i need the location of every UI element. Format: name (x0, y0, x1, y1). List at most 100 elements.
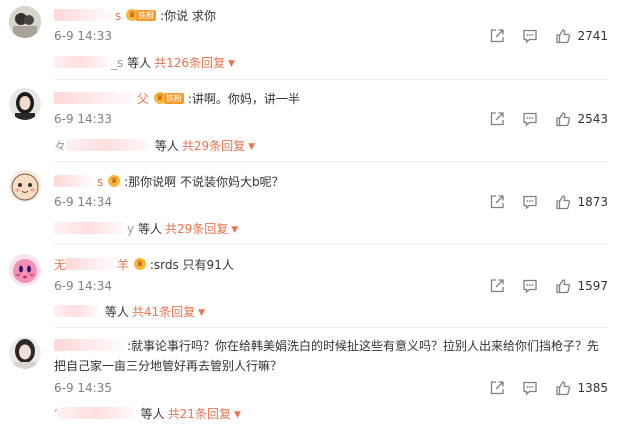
username[interactable]: 父 (137, 92, 149, 106)
comment-icon[interactable] (522, 380, 538, 396)
comment-header: :就事论事行吗？你在给韩美娟洗白的时候扯这些有意义吗？拉别人出来给你们挡枪子？先… (54, 336, 614, 376)
reply-suffix: 等人 (137, 222, 162, 236)
divider (54, 79, 608, 80)
comment-icon[interactable] (522, 28, 538, 44)
comment-time: 6-9 14:35 (54, 381, 112, 395)
comment-time: 6-9 14:33 (54, 29, 112, 43)
comment-header: s ♛ 铁粉:你说 求你 (54, 8, 216, 24)
avatar[interactable] (9, 337, 41, 369)
username[interactable]: s (115, 9, 121, 23)
comment-text: :讲啊。你妈，讲一半 (187, 92, 300, 106)
avatar-image (9, 6, 41, 38)
view-replies-link[interactable]: 共21条回复 (168, 407, 231, 421)
reply-suffix: 等人 (104, 305, 129, 319)
caret-down-icon[interactable]: ▼ (231, 222, 238, 238)
username[interactable]: 羊 (117, 258, 129, 272)
reply-suffix: 等人 (127, 56, 152, 70)
username-redacted[interactable] (54, 175, 94, 187)
comment-actions: 1385 (472, 380, 608, 396)
comment-time: 6-9 14:34 (54, 279, 112, 293)
comment-icon[interactable] (522, 194, 538, 210)
like-count: 2543 (577, 112, 608, 126)
comment-text: :srds 只有91人 (149, 258, 234, 272)
username[interactable]: s (97, 175, 103, 189)
view-replies-link[interactable]: 共126条回复 (154, 56, 225, 70)
share-icon[interactable] (489, 111, 505, 127)
comment-text: :你说 求你 (160, 9, 216, 23)
comment-actions: 1873 (472, 194, 608, 210)
comment-header: s ♛:那你说啊 不说装你妈大b呢？ (54, 174, 284, 190)
comment-icon[interactable] (522, 278, 538, 294)
share-icon[interactable] (489, 278, 505, 294)
caret-down-icon[interactable]: ▼ (228, 56, 235, 72)
divider (54, 161, 608, 162)
caret-down-icon[interactable]: ▼ (234, 407, 241, 423)
like-count: 1873 (577, 195, 608, 209)
divider (54, 327, 608, 328)
comment-actions: 2543 (472, 111, 608, 127)
replier-name: 々 (54, 139, 67, 153)
reply-summary[interactable]: ’ 等人 共21条回复 ▼ (54, 406, 241, 423)
comment-text: :那你说啊 不说装你妈大b呢？ (124, 175, 284, 189)
view-replies-link[interactable]: 共29条回复 (182, 139, 245, 153)
replier-name: y (127, 222, 135, 236)
caret-down-icon[interactable]: ▼ (248, 139, 255, 155)
crown-icon: ♛ (133, 258, 146, 270)
fan-badge-label: 铁粉 (136, 9, 157, 21)
caret-down-icon[interactable]: ▼ (198, 305, 205, 321)
comment-icon[interactable] (522, 111, 538, 127)
avatar[interactable] (9, 170, 41, 202)
comment-text-line2: 把自己家一亩三分地管好再去管别人行嘛？ (54, 359, 283, 373)
avatar[interactable] (9, 6, 41, 38)
fan-badge: ♛ 铁粉 (153, 92, 187, 104)
fan-badge-label: 铁粉 (163, 92, 184, 104)
reply-summary[interactable]: _s 等人 共126条回复 ▼ (54, 55, 235, 72)
username-redacted[interactable] (54, 9, 112, 21)
comment-actions: 2741 (472, 28, 608, 44)
comment-text: :就事论事行吗？你在给韩美娟洗白的时候扯这些有意义吗？拉别人出来给你们挡枪子？先 (127, 339, 600, 353)
thumbs-up-icon[interactable] (555, 380, 571, 396)
comment-actions: 1597 (472, 278, 608, 294)
replier-name: _s (111, 56, 124, 70)
thumbs-up-icon[interactable] (555, 278, 571, 294)
share-icon[interactable] (489, 28, 505, 44)
reply-suffix: 等人 (154, 139, 179, 153)
thumbs-up-icon[interactable] (555, 111, 571, 127)
fan-badge: ♛ (133, 258, 149, 270)
share-icon[interactable] (489, 380, 505, 396)
replier-names-redacted (54, 305, 98, 317)
reply-summary[interactable]: y 等人 共29条回复 ▼ (54, 221, 238, 238)
comment-time: 6-9 14:34 (54, 195, 112, 209)
replier-names-redacted (54, 56, 108, 68)
username-redacted[interactable] (54, 92, 134, 104)
comment-header: 父 ♛ 铁粉:讲啊。你妈，讲一半 (54, 91, 300, 107)
fan-badge: ♛ (108, 175, 123, 187)
crown-icon: ♛ (108, 175, 121, 187)
avatar-image (9, 88, 41, 120)
avatar-image (9, 170, 41, 202)
view-replies-link[interactable]: 共41条回复 (132, 305, 195, 319)
avatar[interactable] (9, 254, 41, 286)
comment-time: 6-9 14:33 (54, 112, 112, 126)
like-count: 2741 (577, 29, 608, 43)
share-icon[interactable] (489, 194, 505, 210)
replier-names-redacted (54, 222, 124, 234)
username-redacted[interactable] (54, 339, 124, 351)
like-count: 1385 (577, 381, 608, 395)
like-count: 1597 (577, 279, 608, 293)
thumbs-up-icon[interactable] (555, 28, 571, 44)
divider (54, 244, 608, 245)
thumbs-up-icon[interactable] (555, 194, 571, 210)
username-redacted[interactable] (66, 258, 115, 270)
avatar[interactable] (9, 88, 41, 120)
fan-badge: ♛ 铁粉 (126, 9, 159, 21)
username-start[interactable]: 无 (54, 258, 66, 272)
reply-summary[interactable]: 々 等人 共29条回复 ▼ (54, 138, 255, 155)
view-replies-link[interactable]: 共29条回复 (165, 222, 228, 236)
avatar-image (9, 254, 41, 286)
reply-suffix: 等人 (140, 407, 165, 421)
comment-header: 无 羊 ♛:srds 只有91人 (54, 257, 234, 273)
replier-names-redacted (66, 139, 149, 151)
avatar-image (9, 337, 41, 369)
reply-summary[interactable]: 等人 共41条回复 ▼ (54, 304, 205, 321)
